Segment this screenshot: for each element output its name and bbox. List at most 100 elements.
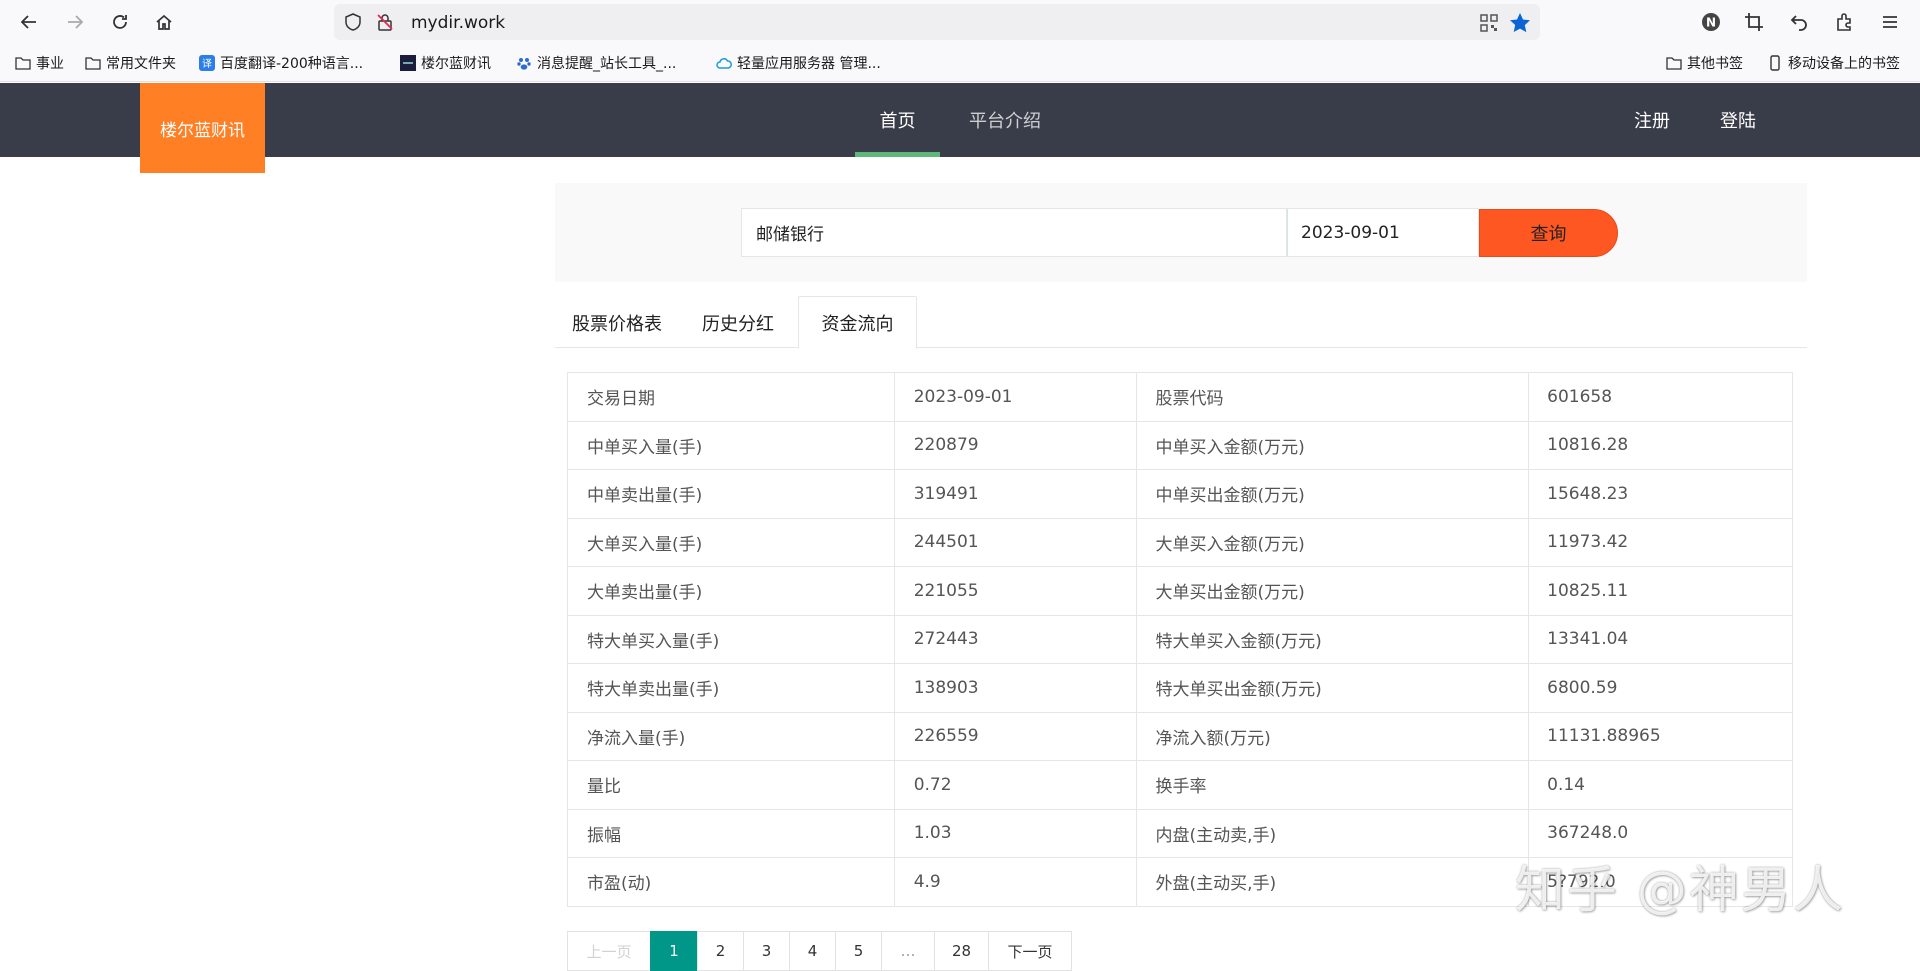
- field-label: 量比: [567, 760, 895, 810]
- menu-icon[interactable]: [1876, 8, 1904, 36]
- site-logo[interactable]: 楼尔蓝财讯: [140, 83, 265, 173]
- field-label: 股票代码: [1135, 372, 1530, 422]
- svg-text:译: 译: [202, 58, 212, 70]
- login-link[interactable]: 登陆: [1720, 83, 1756, 157]
- field-value: 6800.59: [1528, 663, 1793, 713]
- field-label: 中单买入量(手): [567, 420, 895, 470]
- url-text[interactable]: mydir.work: [411, 13, 505, 33]
- field-value: 10816.28: [1528, 420, 1793, 470]
- paw-icon: [517, 58, 531, 70]
- field-value: 0.14: [1528, 760, 1793, 810]
- folder-icon: [85, 57, 101, 70]
- mobile-bookmarks[interactable]: 移动设备上的书签: [1767, 53, 1900, 73]
- undo-icon[interactable]: [1785, 8, 1813, 36]
- tab-stock-price[interactable]: 股票价格表: [555, 296, 679, 349]
- field-label: 振幅: [567, 808, 895, 858]
- register-link[interactable]: 注册: [1634, 83, 1670, 157]
- extensions-icon[interactable]: [1830, 8, 1858, 36]
- table-row: 中单买入量(手) 220879 中单买入金额(万元) 10816.28: [567, 420, 1793, 470]
- field-value: 226559: [893, 711, 1137, 761]
- bookmark-label: 楼尔蓝财讯: [421, 56, 491, 72]
- field-value: 221055: [893, 566, 1137, 616]
- field-value: 138903: [893, 663, 1137, 713]
- bookmark-folder[interactable]: 常用文件夹: [85, 53, 176, 73]
- baidu-translate-icon: 译: [199, 55, 215, 71]
- bookmark-link[interactable]: 译 百度翻译-200种语言...: [199, 53, 363, 73]
- field-label: 特大单买入金额(万元): [1135, 614, 1530, 664]
- field-label: 市盈(动): [567, 857, 895, 907]
- field-value: 10825.11: [1528, 566, 1793, 616]
- field-value: 4.9: [893, 857, 1137, 907]
- bookmark-label: 轻量应用服务器 管理...: [737, 56, 881, 72]
- bookmark-link[interactable]: 消息提醒_站长工具_...: [516, 53, 676, 73]
- tab-capital-flow[interactable]: 资金流向: [798, 296, 917, 349]
- nav-platform-intro[interactable]: 平台介绍: [960, 83, 1050, 157]
- bookmark-label: 消息提醒_站长工具_...: [537, 56, 677, 72]
- address-bar[interactable]: mydir.work: [334, 4, 1540, 40]
- page-2[interactable]: 2: [697, 931, 743, 971]
- profile-n-icon[interactable]: N: [1697, 8, 1725, 36]
- forward-icon[interactable]: [61, 8, 89, 36]
- field-label: 外盘(主动买,手): [1135, 857, 1530, 907]
- bookmark-link[interactable]: 轻量应用服务器 管理...: [716, 53, 881, 73]
- field-value: 272443: [893, 614, 1137, 664]
- crop-icon[interactable]: [1740, 8, 1768, 36]
- bookmark-folder[interactable]: 事业: [15, 53, 64, 73]
- query-button[interactable]: 查询: [1479, 209, 1618, 257]
- bookmark-label: 常用文件夹: [106, 56, 176, 72]
- page-4[interactable]: 4: [789, 931, 835, 971]
- zhihu-watermark: 知乎 @神男人: [1515, 861, 1845, 919]
- page-5[interactable]: 5: [835, 931, 881, 971]
- site-favicon-icon: [400, 55, 416, 71]
- home-icon[interactable]: [150, 8, 178, 36]
- field-label: 大单买入量(手): [567, 517, 895, 567]
- stock-search-input[interactable]: 邮储银行: [741, 208, 1287, 257]
- field-value: 2023-09-01: [893, 372, 1137, 422]
- tab-dividend-history[interactable]: 历史分红: [688, 296, 788, 349]
- field-value: 11973.42: [1528, 517, 1793, 567]
- field-label: 特大单买出金额(万元): [1135, 663, 1530, 713]
- folder-icon: [15, 57, 31, 70]
- field-label: 中单买出金额(万元): [1135, 469, 1530, 519]
- field-value: 13341.04: [1528, 614, 1793, 664]
- next-page-button[interactable]: 下一页: [988, 931, 1072, 971]
- page-28[interactable]: 28: [934, 931, 988, 971]
- table-row: 量比 0.72 换手率 0.14: [567, 760, 1793, 810]
- folder-icon: [1666, 57, 1682, 70]
- table-row: 特大单买入量(手) 272443 特大单买入金额(万元) 13341.04: [567, 614, 1793, 664]
- field-label: 中单卖出量(手): [567, 469, 895, 519]
- page-1[interactable]: 1: [650, 931, 697, 971]
- insecure-lock-icon[interactable]: [376, 13, 394, 31]
- field-label: 净流入额(万元): [1135, 711, 1530, 761]
- field-label: 内盘(主动卖,手): [1135, 808, 1530, 858]
- other-bookmarks[interactable]: 其他书签: [1666, 53, 1743, 73]
- field-label: 换手率: [1135, 760, 1530, 810]
- prev-page-button[interactable]: 上一页: [567, 931, 650, 971]
- back-icon[interactable]: [15, 8, 43, 36]
- svg-text:N: N: [1706, 16, 1716, 30]
- date-input[interactable]: 2023-09-01: [1287, 208, 1479, 257]
- nav-active-indicator: [855, 152, 940, 157]
- page-3[interactable]: 3: [743, 931, 789, 971]
- field-label: 大单买入金额(万元): [1135, 517, 1530, 567]
- field-label: 净流入量(手): [567, 711, 895, 761]
- table-row: 净流入量(手) 226559 净流入额(万元) 11131.88965: [567, 711, 1793, 761]
- table-row: 交易日期 2023-09-01 股票代码 601658: [567, 372, 1793, 422]
- nav-home[interactable]: 首页: [855, 83, 940, 157]
- bookmark-label: 百度翻译-200种语言...: [220, 56, 364, 72]
- field-value: 601658: [1528, 372, 1793, 422]
- field-value: 319491: [893, 469, 1137, 519]
- qr-code-icon[interactable]: [1480, 14, 1498, 32]
- field-value: 15648.23: [1528, 469, 1793, 519]
- reload-icon[interactable]: [106, 8, 134, 36]
- bookmark-label: 其他书签: [1687, 56, 1743, 72]
- browser-toolbar: mydir.work N: [0, 0, 1920, 44]
- field-label: 中单买入金额(万元): [1135, 420, 1530, 470]
- bookmark-link[interactable]: 楼尔蓝财讯: [400, 53, 491, 73]
- cloud-icon: [716, 58, 732, 69]
- shield-icon[interactable]: [344, 13, 362, 31]
- bookmark-star-icon[interactable]: [1508, 11, 1532, 35]
- field-value: 244501: [893, 517, 1137, 567]
- page-ellipsis: …: [881, 931, 934, 971]
- pagination: 上一页 1 2 3 4 5 … 28 下一页: [567, 931, 1072, 971]
